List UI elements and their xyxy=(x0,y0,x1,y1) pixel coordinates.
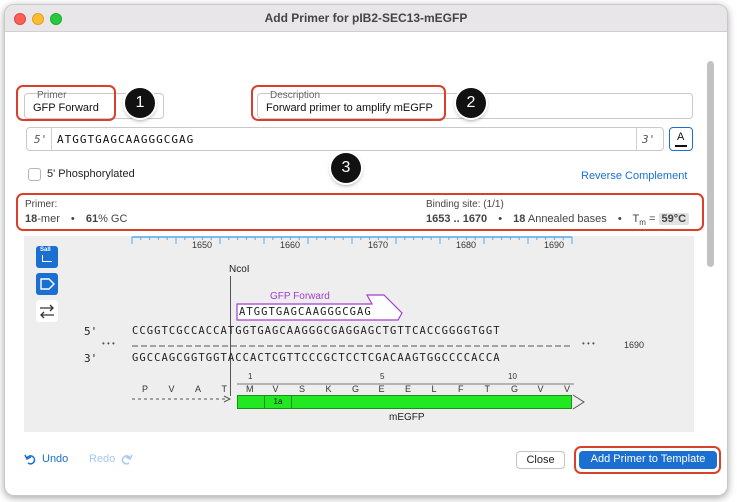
vertical-scrollbar[interactable] xyxy=(707,61,714,267)
highlight-box-4 xyxy=(574,446,721,474)
annotation-badge-2: 2 xyxy=(456,88,486,118)
dots-right: • • • xyxy=(582,339,595,348)
window-title: Add Primer for pIB2-SEC13-mEGFP xyxy=(264,11,468,25)
translation-track xyxy=(237,383,574,385)
cut-site-icon xyxy=(42,255,52,262)
position-marker-right: 1690 xyxy=(624,340,645,350)
ruler-tick-label: 1680 xyxy=(456,240,477,250)
sequence-divider-right xyxy=(636,128,637,150)
ruler-tick-label: 1660 xyxy=(280,240,301,250)
font-style-button[interactable]: A xyxy=(669,127,693,151)
highlight-box-2 xyxy=(251,85,446,121)
feature-toggle-button[interactable] xyxy=(36,273,58,295)
ruler-tick-label: 1650 xyxy=(192,240,213,250)
font-style-icon: A xyxy=(677,131,685,143)
undo-icon xyxy=(24,454,36,465)
ruler-tick-label: 1670 xyxy=(368,240,389,250)
top-strand-5prime: 5' xyxy=(84,325,98,338)
feature-segment-1a: 1a xyxy=(264,396,292,408)
bottom-strand-sequence: GGCCAGCGGTGGTACCACTCGTTCCCGCTCCTCGACAAGT… xyxy=(132,352,501,364)
highlight-box-1 xyxy=(16,85,116,121)
upstream-dashed-arrow xyxy=(132,395,232,403)
amino-acid: V xyxy=(168,384,175,394)
highlight-box-3 xyxy=(16,193,704,231)
close-button[interactable]: Close xyxy=(516,451,565,469)
sequence-3prime-label: 3' xyxy=(642,133,656,146)
bottom-strand-3prime: 3' xyxy=(84,352,98,365)
annotation-badge-1: 1 xyxy=(125,88,155,118)
ncoi-site-label: NcoI xyxy=(229,264,250,275)
phosphorylated-checkbox[interactable] xyxy=(28,168,41,181)
swap-arrows-icon xyxy=(40,304,54,319)
reverse-complement-link[interactable]: Reverse Complement xyxy=(581,170,687,182)
aa-number-1: 1 xyxy=(248,372,253,381)
sequence-5prime-label: 5' xyxy=(34,133,48,146)
dots-left: • • • xyxy=(102,339,115,348)
undo-label: Undo xyxy=(42,453,69,465)
amino-acid: P xyxy=(142,384,149,394)
aa-number-10: 10 xyxy=(508,372,517,381)
sequence-divider-left xyxy=(51,128,52,150)
feature-arrowhead xyxy=(572,394,585,410)
sequence-value: ATGGTGAGCAAGGGCGAG xyxy=(57,133,195,146)
amino-acid: T xyxy=(221,384,228,394)
primer-sequence-field[interactable]: 5' ATGGTGAGCAAGGGCGAG 3' xyxy=(26,127,664,151)
title-bar: Add Primer for pIB2-SEC13-mEGFP xyxy=(5,5,727,32)
sequence-map-view[interactable]: SalI 1650 1660 1670 1680 1690 NcoI GFP Forwa… xyxy=(24,236,694,432)
redo-label: Redo xyxy=(89,453,116,465)
top-strand-sequence: CCGGTCGCCACCATGGTGAGCAAGGGCGAGGAGCTGTTCA… xyxy=(132,325,501,337)
feature-arrow-icon xyxy=(40,278,55,290)
strand-separator xyxy=(132,345,572,347)
feature-name-label: mEGFP xyxy=(389,412,425,423)
redo-icon xyxy=(121,454,133,465)
add-primer-dialog: Add Primer for pIB2-SEC13-mEGFP Primer G… xyxy=(4,4,728,496)
strand-swap-button[interactable] xyxy=(36,300,58,322)
amino-acid: A xyxy=(195,384,202,394)
font-style-underline xyxy=(675,145,687,147)
aa-number-5: 5 xyxy=(380,372,385,381)
primer-map-sequence: ATGGTGAGCAAGGGCGAG xyxy=(239,306,372,318)
mEGFP-feature-bar[interactable]: 1a xyxy=(237,395,572,409)
ruler-tick-label: 1690 xyxy=(544,240,565,250)
phosphorylated-label: 5' Phosphorylated xyxy=(47,168,135,180)
position-ruler xyxy=(131,236,573,244)
annotation-badge-3: 3 xyxy=(331,153,361,183)
